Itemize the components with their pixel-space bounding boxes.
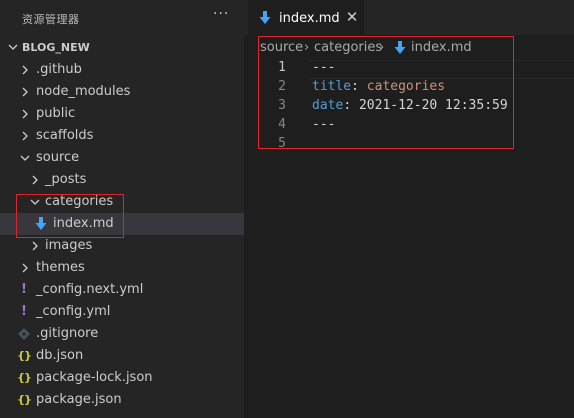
tab-index-md[interactable]: index.md ✕ xyxy=(248,0,364,35)
close-icon[interactable]: ✕ xyxy=(344,9,360,25)
line-text: --- xyxy=(312,60,335,75)
tree-item-db-json[interactable]: {} db.json xyxy=(0,345,244,367)
tree-item-themes[interactable]: themes xyxy=(0,257,244,279)
tree-item-label: images xyxy=(45,238,93,253)
chevron-down-icon xyxy=(30,199,40,205)
tree-item-source[interactable]: source xyxy=(0,147,244,169)
line-number: 1 xyxy=(278,60,286,75)
tree-item-node-modules[interactable]: node_modules xyxy=(0,81,244,103)
tree-item-package-json[interactable]: {} package.json xyxy=(0,389,244,411)
tab-bar: index.md ✕ xyxy=(244,0,574,35)
breadcrumb-item-categories[interactable]: categories xyxy=(314,40,382,55)
vscode-window: 资源管理器 ··· BLOG_NEW .github node_modules … xyxy=(0,0,574,418)
breadcrumb: source › categories › index.md xyxy=(244,37,574,59)
code-line[interactable]: 2 title: categories xyxy=(244,78,574,97)
tree-item-package-lock-json[interactable]: {} package-lock.json xyxy=(0,367,244,389)
chevron-down-icon xyxy=(20,155,30,161)
tree-item-label: .github xyxy=(36,62,82,77)
token: : xyxy=(351,79,367,94)
explorer-title: 资源管理器 xyxy=(22,13,80,26)
line-text: date: 2021-12-20 12:35:59 xyxy=(312,98,508,113)
line-text: title: categories xyxy=(312,79,445,94)
tree-item-label: node_modules xyxy=(36,84,131,99)
more-actions-icon[interactable]: ··· xyxy=(213,6,229,22)
tree-item-posts[interactable]: _posts xyxy=(0,169,244,191)
json-file-icon: {} xyxy=(17,371,32,384)
workspace-name: BLOG_NEW xyxy=(22,41,90,54)
tree-item-config-next-yml[interactable]: ! _config.next.yml xyxy=(0,279,244,301)
tree-item-gitignore[interactable]: .gitignore xyxy=(0,323,244,345)
tab-label: index.md xyxy=(279,11,340,26)
tree-item-label: _config.next.yml xyxy=(36,282,144,297)
chevron-right-icon xyxy=(22,109,28,119)
token: : 2021-12-20 12:35:59 xyxy=(343,98,508,113)
tree-item-label: source xyxy=(36,150,80,165)
tree-item-config-yml[interactable]: ! _config.yml xyxy=(0,301,244,323)
tree-item-label: index.md xyxy=(53,216,114,231)
breadcrumb-separator: › xyxy=(304,40,310,55)
breadcrumb-separator: › xyxy=(379,40,385,55)
breadcrumb-item-index-md[interactable]: index.md xyxy=(411,40,472,55)
tree-item-github[interactable]: .github xyxy=(0,59,244,81)
json-file-icon: {} xyxy=(17,393,32,406)
line-text: --- xyxy=(312,117,335,132)
tree-item-index-md[interactable]: index.md xyxy=(0,213,244,235)
markdown-file-icon xyxy=(394,41,406,54)
tree-item-label: db.json xyxy=(36,348,84,363)
explorer-header: 资源管理器 ··· xyxy=(0,0,244,37)
breadcrumb-item-source[interactable]: source xyxy=(260,40,303,55)
chevron-down-icon xyxy=(8,44,18,50)
token-value: categories xyxy=(366,79,446,94)
tree-item-categories[interactable]: categories xyxy=(0,191,244,213)
code-line[interactable]: 4 --- xyxy=(244,116,574,135)
tree-item-public[interactable]: public xyxy=(0,103,244,125)
chevron-right-icon xyxy=(22,263,28,273)
token-key: title xyxy=(312,79,352,94)
code-line[interactable]: 3 date: 2021-12-20 12:35:59 xyxy=(244,97,574,116)
tree-item-label: .gitignore xyxy=(36,326,99,341)
tree-item-label: themes xyxy=(36,260,85,275)
chevron-right-icon xyxy=(22,65,28,75)
chevron-right-icon xyxy=(32,241,38,251)
explorer-sidebar: 资源管理器 ··· BLOG_NEW .github node_modules … xyxy=(0,0,244,418)
git-file-icon xyxy=(18,328,30,340)
markdown-file-icon xyxy=(259,11,271,24)
chevron-right-icon xyxy=(32,175,38,185)
markdown-file-icon xyxy=(35,217,47,230)
line-number: 4 xyxy=(278,117,286,132)
json-file-icon: {} xyxy=(17,349,32,362)
tree-item-scaffolds[interactable]: scaffolds xyxy=(0,125,244,147)
line-number: 2 xyxy=(278,79,286,94)
chevron-right-icon xyxy=(22,87,28,97)
token: --- xyxy=(312,60,336,75)
tree-item-label: _config.yml xyxy=(36,304,111,319)
tree-item-label: scaffolds xyxy=(36,128,94,143)
tree-item-label: package.json xyxy=(36,392,122,407)
yaml-file-icon: ! xyxy=(21,304,27,319)
line-number: 3 xyxy=(278,98,286,113)
yaml-file-icon: ! xyxy=(21,282,27,297)
line-number: 5 xyxy=(278,136,286,151)
tree-item-label: _posts xyxy=(45,172,87,187)
token-key: date xyxy=(312,98,344,113)
tree-item-label: categories xyxy=(45,194,114,209)
tree-item-label: package-lock.json xyxy=(36,370,153,385)
chevron-right-icon xyxy=(22,131,28,141)
tree-item-images[interactable]: images xyxy=(0,235,244,257)
editor-area: index.md ✕ source › categories › index.m… xyxy=(244,0,574,418)
tree-item-label: public xyxy=(36,106,76,121)
code-line[interactable]: 5 xyxy=(244,135,574,154)
token: --- xyxy=(312,117,336,132)
workspace-section-header[interactable]: BLOG_NEW xyxy=(0,37,244,59)
code-line[interactable]: 1 --- xyxy=(244,59,574,78)
